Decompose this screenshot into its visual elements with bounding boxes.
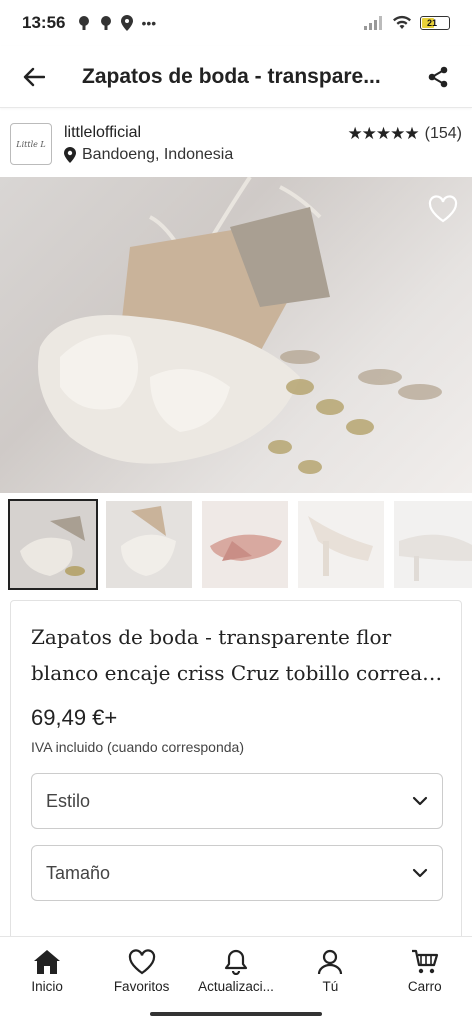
nav-cart[interactable]: Carro bbox=[380, 949, 470, 1024]
page-title: Zapatos de boda - transpare... bbox=[82, 64, 381, 88]
nav-cart-label: Carro bbox=[407, 979, 442, 994]
chevron-down-icon bbox=[412, 796, 428, 806]
home-indicator[interactable] bbox=[150, 1012, 322, 1016]
product-price: 69,49 €+ bbox=[31, 705, 118, 730]
more-indicator: ••• bbox=[141, 15, 157, 31]
app-bar: Zapatos de boda - transpare... bbox=[0, 46, 472, 108]
style-select-label: Estilo bbox=[46, 790, 91, 811]
product-image[interactable] bbox=[0, 177, 472, 493]
arrow-left-icon bbox=[23, 67, 45, 86]
shop-row[interactable]: Little L littlelofficial Bandoeng, Indon… bbox=[0, 116, 472, 172]
product-card: Zapatos de boda - transparente flor blan… bbox=[10, 600, 462, 960]
chevron-down-icon bbox=[412, 868, 428, 878]
shop-info: littlelofficial Bandoeng, Indonesia bbox=[64, 124, 347, 164]
size-select[interactable]: Tamaño bbox=[31, 845, 443, 901]
notification-icon bbox=[101, 16, 112, 30]
user-icon bbox=[318, 949, 343, 975]
thumbnail-5[interactable] bbox=[394, 501, 472, 588]
location-icon bbox=[121, 15, 134, 31]
product-title-line-1: Zapatos de boda - transparente flor bbox=[31, 625, 392, 649]
thumbnail-2[interactable] bbox=[106, 501, 192, 588]
share-button[interactable] bbox=[422, 61, 454, 93]
shop-logo[interactable]: Little L bbox=[10, 123, 52, 165]
thumbnail-strip bbox=[8, 499, 472, 590]
bell-icon bbox=[224, 949, 248, 975]
thumbnail-4[interactable] bbox=[298, 501, 384, 588]
battery-icon: 21 bbox=[420, 16, 450, 30]
heart-icon bbox=[128, 949, 155, 975]
signal-icon bbox=[364, 16, 382, 30]
battery-level: 21 bbox=[427, 18, 438, 28]
status-time: 13:56 bbox=[22, 13, 66, 32]
bottom-nav: Inicio Favoritos Actualizaci... Tú Carro bbox=[0, 936, 472, 1024]
location-pin-icon bbox=[64, 147, 76, 163]
share-icon bbox=[428, 66, 448, 87]
favorite-button[interactable] bbox=[428, 195, 458, 225]
home-icon bbox=[34, 950, 61, 974]
tax-note: IVA incluido (cuando corresponda) bbox=[31, 739, 244, 755]
notification-icons: ••• bbox=[77, 15, 156, 31]
status-bar: 13:56 ••• 21 bbox=[0, 0, 472, 46]
cart-icon bbox=[411, 949, 438, 974]
shop-name[interactable]: littlelofficial bbox=[64, 124, 347, 142]
shop-location-text: Bandoeng, Indonesia bbox=[82, 146, 234, 163]
product-photo bbox=[38, 177, 442, 474]
notification-icon bbox=[79, 16, 90, 30]
review-count: (154) bbox=[424, 125, 462, 142]
nav-home-label: Inicio bbox=[31, 979, 63, 994]
shop-location: Bandoeng, Indonesia bbox=[64, 146, 347, 164]
nav-you-label: Tú bbox=[322, 979, 339, 994]
heart-icon bbox=[428, 195, 458, 223]
shop-rating[interactable]: ★★★★★ (154) bbox=[347, 124, 462, 144]
rating-stars: ★★★★★ bbox=[347, 124, 419, 143]
style-select[interactable]: Estilo bbox=[31, 773, 443, 829]
nav-favorites-label: Favoritos bbox=[113, 979, 170, 994]
thumbnail-3[interactable] bbox=[202, 501, 288, 588]
wifi-icon bbox=[393, 15, 411, 29]
status-right: 21 bbox=[364, 15, 450, 31]
product-title-line-2: blanco encaje criss Cruz tobillo correa … bbox=[31, 661, 443, 685]
nav-home[interactable]: Inicio bbox=[2, 949, 92, 1024]
thumbnail-1[interactable] bbox=[8, 499, 98, 590]
size-select-label: Tamaño bbox=[46, 862, 111, 883]
nav-updates-label: Actualizaci... bbox=[198, 979, 274, 994]
back-button[interactable] bbox=[18, 61, 50, 93]
product-title: Zapatos de boda - transparente flor blan… bbox=[31, 619, 443, 691]
